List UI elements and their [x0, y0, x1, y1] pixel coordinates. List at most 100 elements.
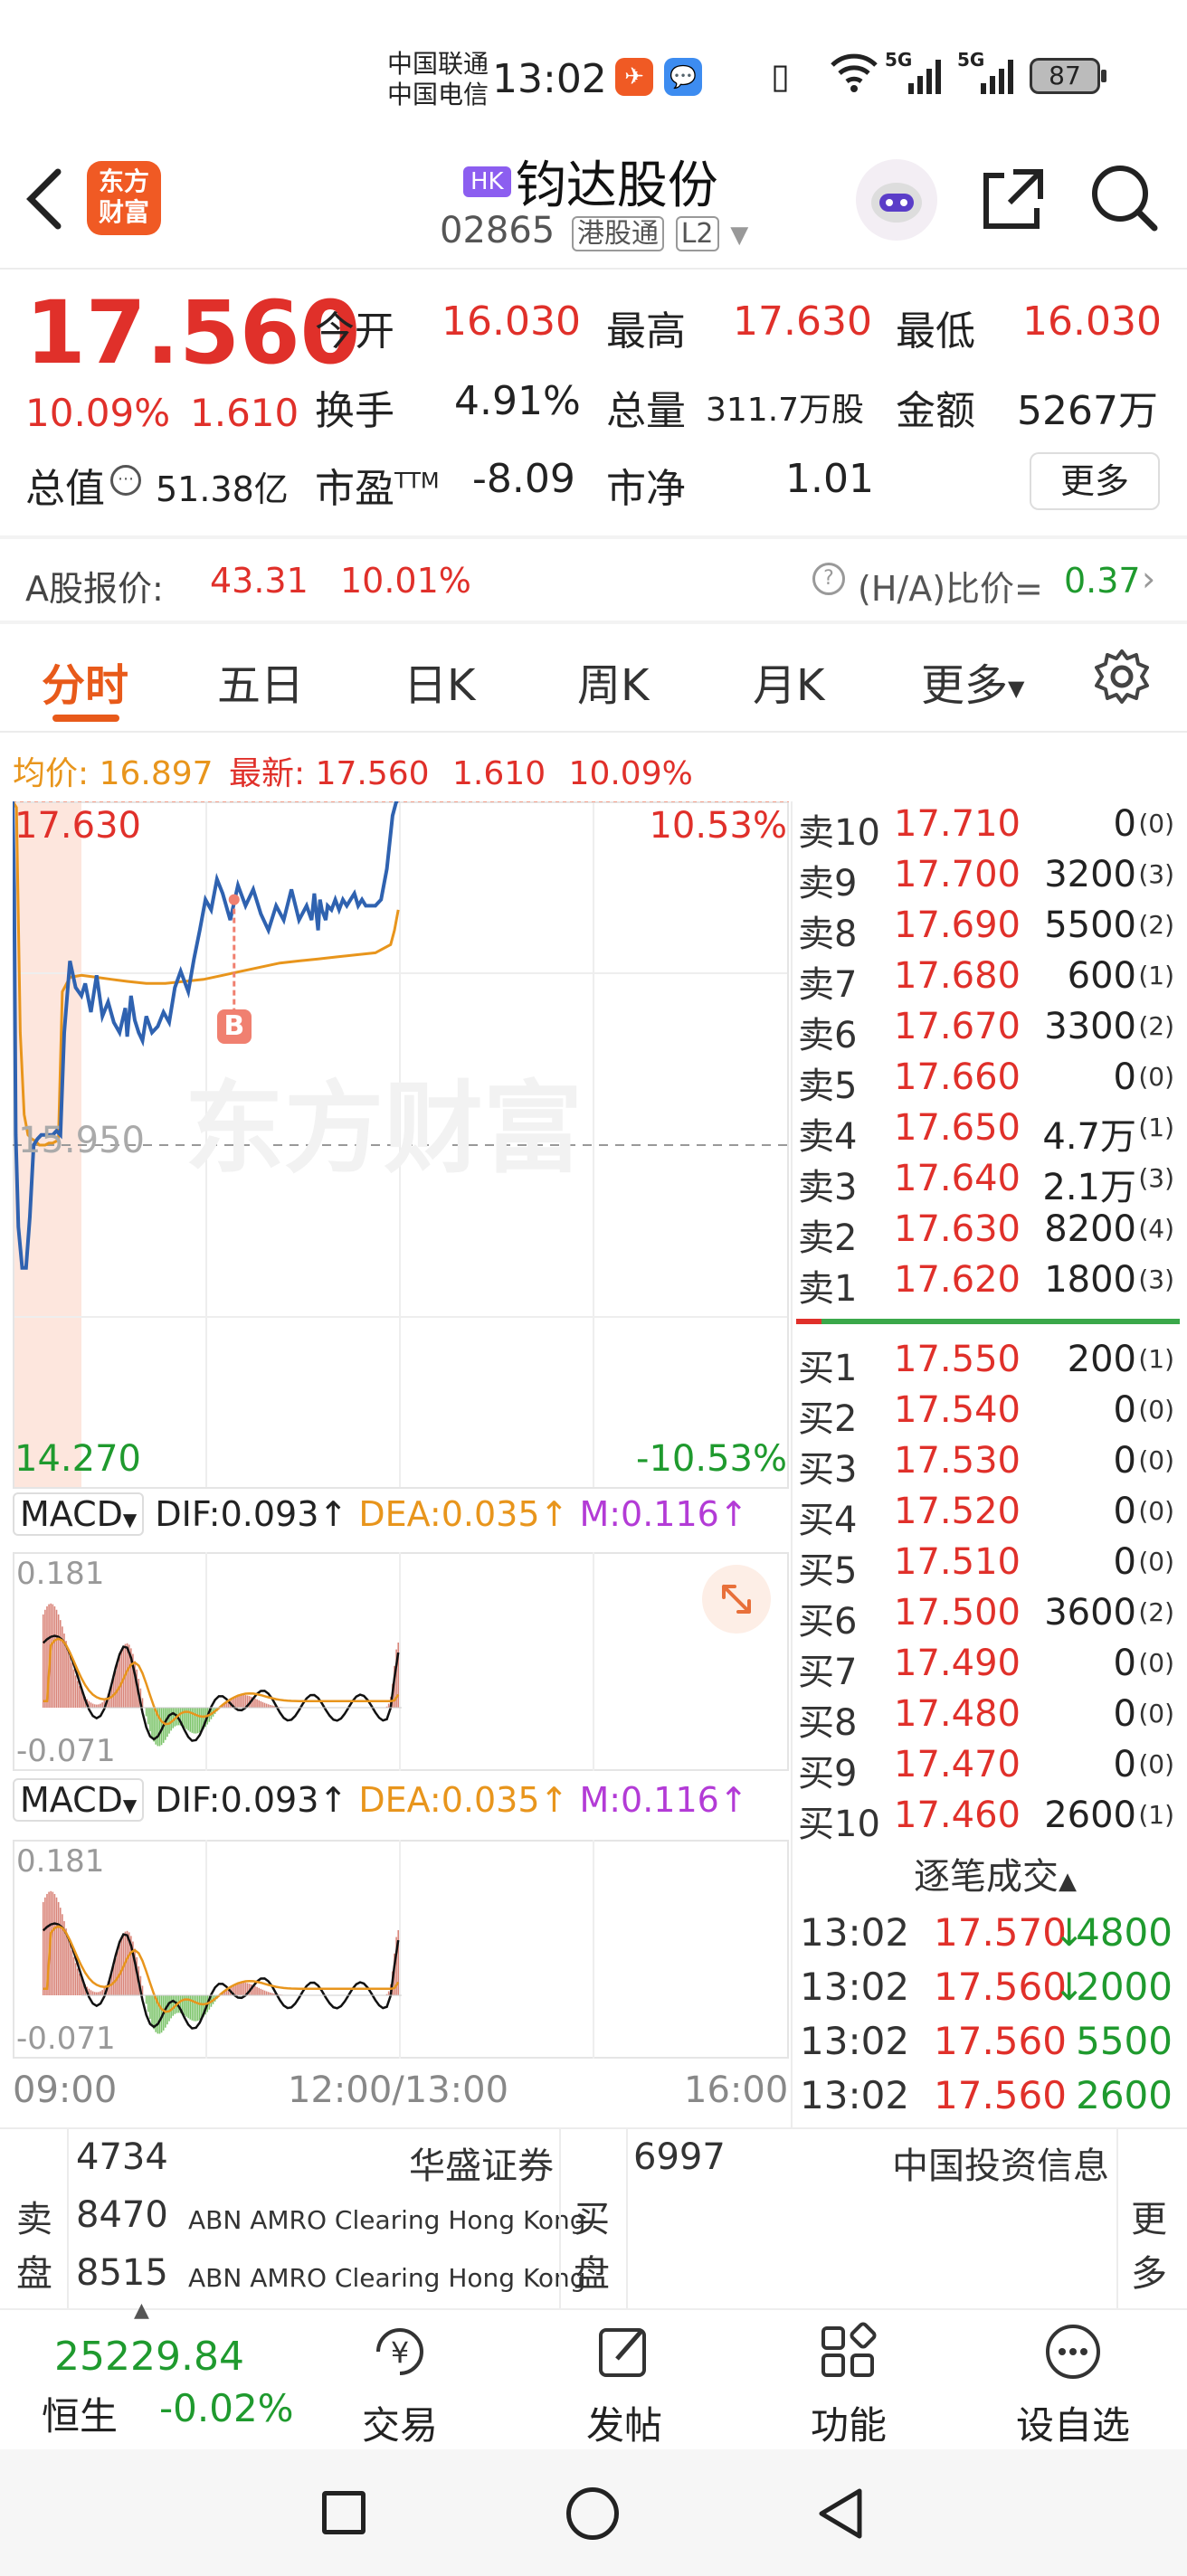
bid-price: 17.520	[894, 1491, 1021, 1532]
recent-apps-button[interactable]	[322, 2491, 366, 2534]
more-button[interactable]: 更多	[1030, 452, 1160, 510]
bid-row: 买6 17.500 3600 (2)	[796, 1592, 1176, 1643]
macd-chart-2[interactable]: 0.181 -0.071	[13, 1840, 789, 2059]
expand-icon[interactable]	[702, 1565, 771, 1634]
more-dots-icon	[983, 2317, 1163, 2395]
robot-assistant-icon[interactable]	[856, 159, 937, 241]
back-nav-button[interactable]	[814, 2486, 869, 2542]
ask-price: 17.630	[894, 1208, 1021, 1250]
ask-label: 卖6	[798, 1015, 858, 1056]
tick-time: 13:02	[800, 2019, 910, 2063]
macd-selector-2[interactable]: MACD▼	[13, 1778, 145, 1822]
bid-price: 17.540	[894, 1389, 1021, 1431]
chevron-right-icon: ›	[1142, 559, 1156, 599]
nav-trade[interactable]: ¥ 交易	[309, 2317, 490, 2450]
a-share-label: A股报价:	[25, 569, 164, 609]
nav-add-watchlist[interactable]: 设自选	[983, 2317, 1163, 2450]
ha-ratio-label: (H/A)比价=	[858, 569, 1043, 609]
index-name: 恒生	[42, 2394, 119, 2439]
broker-code: 8470	[76, 2194, 168, 2236]
battery-icon: 87	[1030, 58, 1106, 94]
a-share-row[interactable]: A股报价: 43.31 10.01% ? (H/A)比价= 0.37 ›	[0, 543, 1187, 620]
index-ticker[interactable]: ▲ 25229.84 恒生 -0.02%	[0, 2299, 326, 2451]
share-icon[interactable]	[977, 163, 1049, 235]
ask-price: 17.690	[894, 904, 1021, 946]
bid-count: (0)	[1138, 1395, 1174, 1425]
latest-value: 17.560	[315, 755, 430, 792]
bid-volume: 0	[1113, 1491, 1136, 1532]
status-bar: 中国联通 中国电信 13:02 ✈ 💬 ▯ 5G 5G 87	[0, 36, 1187, 127]
broker-queue[interactable]: 卖 盘 4734 华盛证券 8470 ABN AMRO Clearing Hong K…	[0, 2129, 1187, 2308]
app-logo[interactable]: 东方 财富	[87, 161, 161, 235]
ask-price: 17.660	[894, 1056, 1021, 1098]
tab-daily-k[interactable]: 日K	[404, 649, 475, 713]
low-label: 最低	[896, 308, 975, 355]
broker-name: ABN AMRO Clearing Hong Kong	[188, 2263, 586, 2293]
bid-volume: 0	[1113, 1541, 1136, 1583]
chart-watermark: 东方财富	[185, 1071, 583, 1187]
bottom-nav: ▲ 25229.84 恒生 -0.02% ¥ 交易 发帖 功能 设自选	[0, 2299, 1187, 2451]
carrier-2: 中国电信	[387, 80, 489, 109]
bid-price: 17.480	[894, 1693, 1021, 1735]
bid-volume: 200	[1067, 1339, 1136, 1380]
back-button[interactable]	[22, 163, 76, 235]
macd-header-2[interactable]: MACD▼ DIF:0.093↑ DEA:0.035↑ M:0.116↑	[13, 1778, 748, 1831]
intraday-chart[interactable]: 东方财富 17.630 15.950 14.270 10.53% -10.53%…	[13, 801, 789, 1489]
buy-marker[interactable]: B	[216, 1009, 252, 1044]
sell-broker-row: 8470 ABN AMRO Clearing Hong Kong	[76, 2194, 586, 2245]
low-value: 16.030	[1022, 298, 1162, 345]
stock-code-line[interactable]: 02865 港股通 L2 ▼	[440, 210, 748, 259]
amount-label: 金额	[896, 388, 975, 434]
tab-five-day[interactable]: 五日	[217, 649, 304, 713]
macd-selector-1[interactable]: MACD▼	[13, 1492, 145, 1536]
x-label-open: 09:00	[13, 2069, 118, 2111]
pct-max-label: 10.53%	[649, 805, 787, 847]
bid-count: (0)	[1138, 1496, 1174, 1526]
nav-post[interactable]: 发帖	[534, 2317, 715, 2450]
app-notification-icon: ✈	[615, 58, 653, 96]
ask-count: (0)	[1138, 809, 1174, 838]
macd-chart-1[interactable]: 0.181 -0.071	[13, 1552, 789, 1771]
ticks-header[interactable]: 逐笔成交▲	[914, 1847, 1077, 1899]
svg-text:¥: ¥	[391, 2335, 409, 2370]
ask-label: 卖9	[798, 863, 858, 904]
caret-down-icon: ▼	[122, 1509, 138, 1530]
tab-intraday[interactable]: 分时	[42, 649, 128, 713]
tick-time: 13:02	[800, 1965, 910, 2009]
bid-row: 买3 17.530 0 (0)	[796, 1440, 1176, 1491]
settings-gear-icon[interactable]	[1093, 648, 1151, 706]
bid-row: 买5 17.510 0 (0)	[796, 1541, 1176, 1592]
tab-monthly-k[interactable]: 月K	[753, 649, 824, 713]
bid-label: 买4	[798, 1500, 858, 1541]
message-notification-icon: 💬	[664, 58, 702, 96]
bid-count: (0)	[1138, 1445, 1174, 1475]
info-icon[interactable]: ⋯	[110, 465, 141, 496]
ask-volume: 0	[1113, 803, 1136, 845]
broker-more-button[interactable]: 更 多	[1131, 2192, 1167, 2301]
tick-time: 13:02	[800, 1910, 910, 1955]
bid-count: (0)	[1138, 1547, 1174, 1577]
bid-label: 买7	[798, 1652, 858, 1693]
bid-row: 买9 17.470 0 (0)	[796, 1744, 1176, 1795]
latest-pct: 10.09%	[568, 755, 693, 792]
tick-time: 13:02	[800, 2073, 910, 2117]
ask-label: 卖2	[798, 1217, 858, 1259]
broker-code: 6997	[633, 2136, 726, 2178]
home-button[interactable]	[566, 2487, 619, 2540]
macd-header-1[interactable]: MACD▼ DIF:0.093↑ DEA:0.035↑ M:0.116↑	[13, 1492, 748, 1545]
bid-price: 17.550	[894, 1339, 1021, 1380]
bid-volume: 0	[1113, 1389, 1136, 1431]
ha-ratio-value: 0.37	[1064, 561, 1141, 601]
market-badge: HK	[463, 166, 511, 197]
tab-more[interactable]: 更多▼	[921, 649, 1024, 713]
turnover-value: 4.91%	[454, 378, 581, 424]
bid-price: 17.530	[894, 1440, 1021, 1482]
dif-value-2: DIF:0.093↑	[155, 1780, 348, 1820]
search-icon[interactable]	[1086, 159, 1162, 235]
tab-weekly-k[interactable]: 周K	[577, 649, 649, 713]
ask-volume: 5500	[1044, 904, 1136, 946]
m-value-1: M:0.116↑	[579, 1494, 748, 1534]
ask-price: 17.700	[894, 854, 1021, 895]
bid-row: 买2 17.540 0 (0)	[796, 1389, 1176, 1440]
nav-functions[interactable]: 功能	[758, 2317, 939, 2450]
